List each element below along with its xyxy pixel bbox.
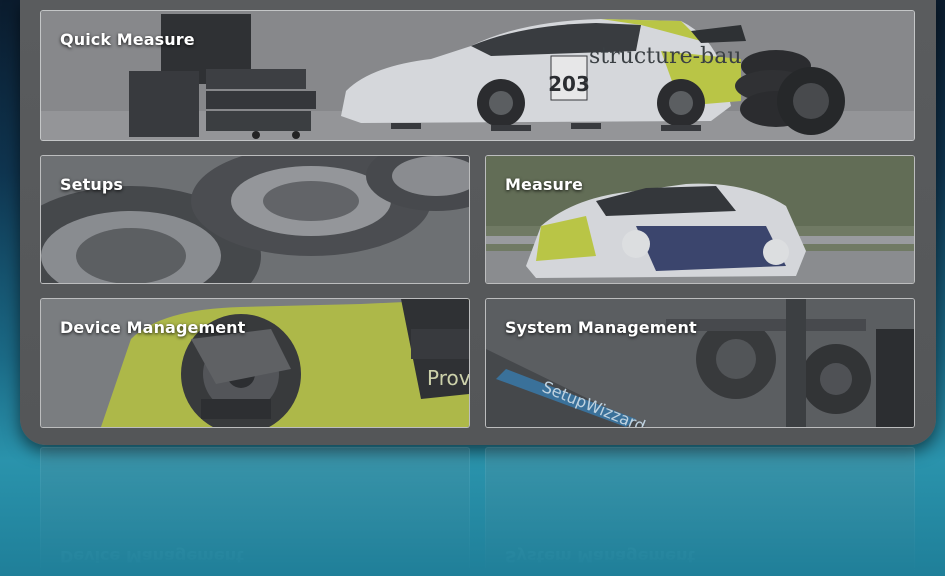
device-management-tile[interactable]: Prov Device Management	[40, 298, 470, 428]
reflection-system-tile: System Management	[485, 447, 915, 576]
menu-reflection: Device Management System Management	[20, 447, 936, 576]
reflection-system-label: System Management	[505, 547, 695, 566]
quick-measure-label: Quick Measure	[60, 30, 195, 49]
measure-tile[interactable]: Measure	[485, 155, 915, 284]
reflection-device-tile: Device Management	[40, 447, 470, 576]
setups-label: Setups	[60, 175, 123, 194]
setups-tile[interactable]: Setups	[40, 155, 470, 284]
measure-label: Measure	[505, 175, 583, 194]
reflection-device-label: Device Management	[60, 547, 244, 566]
device-management-label: Device Management	[60, 318, 246, 337]
system-management-tile[interactable]: SetupWizzard System Management	[485, 298, 915, 428]
quick-measure-tile[interactable]: 203 structure-bau Quick Measure	[40, 10, 915, 141]
system-management-label: System Management	[505, 318, 697, 337]
